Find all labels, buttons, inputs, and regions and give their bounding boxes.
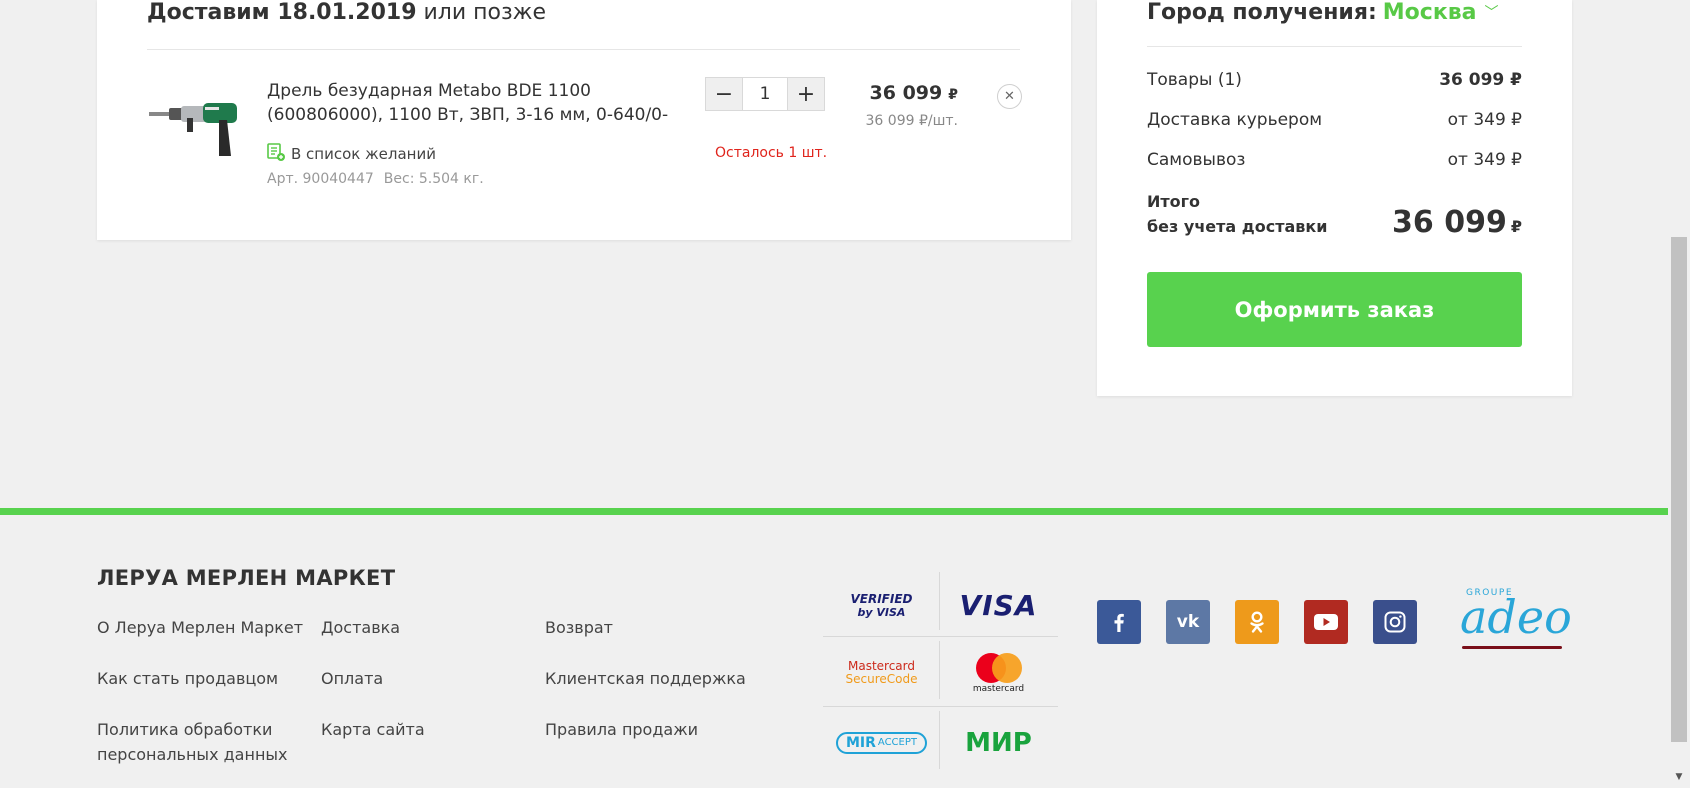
mastercard-logo: mastercard [940,639,1057,706]
scrollbar-thumb[interactable] [1671,237,1687,742]
goods-label: Товары (1) [1147,70,1242,90]
item-price: 36 099 ₽ [869,82,958,104]
payment-logos: VERIFIED by VISA VISA Mastercard SecureC… [823,572,1058,772]
goods-row: Товары (1) 36 099 ₽ [1147,70,1522,90]
pickup-row: Самовывоз от 349 ₽ [1147,150,1522,170]
mir-accept-logo: MIR ACCEPT [823,709,940,776]
chevron-down-icon[interactable]: ﹀ [1485,0,1499,26]
checkout-button[interactable]: Оформить заказ [1147,272,1522,347]
youtube-icon[interactable] [1304,600,1348,644]
city-selector[interactable]: Город получения: Москва ﹀ [1147,0,1499,26]
courier-value: от 349 ₽ [1447,110,1522,130]
footer-link-delivery[interactable]: Доставка [321,615,400,640]
footer-link-payment[interactable]: Оплата [321,666,383,691]
product-image[interactable] [147,90,247,160]
decrease-quantity-button[interactable]: − [706,78,742,110]
mastercard-securecode-logo: Mastercard SecureCode [845,658,918,686]
product-article: Арт. 90040447 [267,171,374,187]
facebook-icon[interactable] [1097,600,1141,644]
footer-link-about[interactable]: О Леруа Мерлен Маркет [97,615,303,640]
divider [1147,46,1522,47]
scroll-down-arrow-icon[interactable]: ▼ [1668,768,1690,786]
product-weight: Вес: 5.504 кг. [383,171,484,187]
footer-link-sales-rules[interactable]: Правила продажи [545,717,698,742]
adeo-logo[interactable]: GROUPE adeo [1458,588,1572,654]
city-label: Город получения: [1147,0,1377,25]
courier-delivery-row: Доставка курьером от 349 ₽ [1147,110,1522,130]
increase-quantity-button[interactable]: + [788,78,824,110]
mir-logo: МИР [965,727,1032,758]
product-name-link[interactable]: Дрель безударная Metabo BDE 1100 (600806… [267,79,687,127]
total-value: 36 099 ₽ [1392,205,1522,240]
wishlist-icon [267,143,285,165]
footer-link-sitemap[interactable]: Карта сайта [321,717,425,742]
cart-panel: Доставим 18.01.2019 или позже Дрель безу… [97,0,1071,240]
close-icon: ✕ [1004,89,1015,104]
total-label: Итого без учета доставки [1147,192,1328,236]
order-summary-panel: Город получения: Москва ﹀ Товары (1) 36 … [1097,0,1572,396]
footer-link-support[interactable]: Клиентская поддержка [545,666,746,691]
odnoklassniki-icon[interactable] [1235,600,1279,644]
courier-label: Доставка курьером [1147,110,1323,130]
remove-item-button[interactable]: ✕ [997,84,1022,109]
stock-left-note: Осталось 1 шт. [715,145,828,161]
visa-logo: VISA [959,589,1038,622]
quantity-stepper: − 1 + [705,77,825,111]
instagram-icon[interactable] [1373,600,1417,644]
footer-brand-title: ЛЕРУА МЕРЛЕН МАРКЕТ [97,566,396,590]
product-meta: Арт. 90040447 Вес: 5.504 кг. [267,171,484,187]
footer-link-returns[interactable]: Возврат [545,615,613,640]
footer-accent-line [0,508,1668,515]
goods-value: 36 099 ₽ [1439,70,1522,90]
item-unit-price: 36 099 ₽/шт. [865,113,958,129]
delivery-date-title: Доставим 18.01.2019 или позже [147,0,547,25]
verified-by-visa-logo: VERIFIED by VISA [850,591,913,619]
pickup-label: Самовывоз [1147,150,1246,170]
wishlist-button[interactable]: В список желаний [267,143,436,165]
vertical-scrollbar[interactable]: ▼ [1668,0,1690,788]
city-value[interactable]: Москва [1383,0,1477,26]
quantity-input[interactable]: 1 [742,78,788,110]
wishlist-label: В список желаний [291,145,436,163]
footer-link-become-seller[interactable]: Как стать продавцом [97,666,278,691]
vk-icon[interactable]: vk [1166,600,1210,644]
pickup-value: от 349 ₽ [1447,150,1522,170]
divider [147,49,1020,50]
footer-link-privacy[interactable]: Политика обработки персональных данных [97,717,288,767]
